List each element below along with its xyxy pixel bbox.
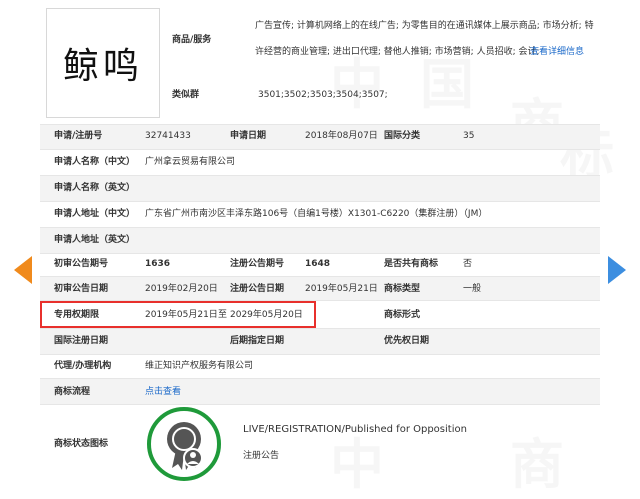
goods-services-text: 广告宣传; 计算机网络上的在线广告; 为零售目的在通讯媒体上展示商品; 市场分析… [255, 20, 594, 32]
app-date-label: 申请日期 [230, 130, 266, 142]
applicant-cn-value: 广州拿云贸易有限公司 [145, 156, 235, 168]
process-view-link[interactable]: 点击查看 [145, 386, 181, 398]
trademark-image: 鲸鸣 [46, 8, 160, 118]
address-cn-value: 广东省广州市南沙区丰泽东路106号（自编1号楼）X1301-C6220（集群注册… [145, 208, 487, 220]
priority-date-label: 优先权日期 [384, 335, 429, 347]
arrow-right-icon[interactable] [608, 256, 626, 284]
address-cn-label: 申请人地址（中文） [54, 208, 135, 220]
registered-seal-icon [146, 406, 222, 482]
status-text-cn: 注册公告 [243, 450, 279, 462]
address-en-label: 申请人地址（英文） [54, 234, 135, 246]
process-label: 商标流程 [54, 386, 90, 398]
intl-class-value: 35 [463, 130, 474, 142]
reg-pub-no-value: 1648 [305, 258, 330, 270]
applicant-cn-label: 申请人名称（中文） [54, 156, 135, 168]
trademark-name: 鲸鸣 [63, 37, 143, 89]
app-date-value: 2018年08月07日 [305, 130, 378, 142]
arrow-left-icon[interactable] [14, 256, 32, 284]
prelim-date-label: 初审公告日期 [54, 283, 108, 295]
exclusive-period-highlight [40, 301, 316, 328]
similar-group-label: 类似群 [172, 89, 199, 101]
agent-label: 代理/办理机构 [54, 360, 111, 372]
similar-group-value: 3501;3502;3503;3504;3507; [258, 89, 388, 101]
agent-value: 维正知识产权服务有限公司 [145, 360, 253, 372]
prelim-date-value: 2019年02月20日 [145, 283, 218, 295]
reg-pub-date-value: 2019年05月21日 [305, 283, 378, 295]
status-label: 商标状态图标 [54, 438, 108, 450]
reg-no-value: 32741433 [145, 130, 191, 142]
prelim-no-label: 初审公告期号 [54, 258, 108, 270]
mark-form-label: 商标形式 [384, 309, 420, 321]
prelim-no-value: 1636 [145, 258, 170, 270]
reg-pub-date-label: 注册公告日期 [230, 283, 284, 295]
applicant-en-label: 申请人名称（英文） [54, 182, 135, 194]
mark-type-label: 商标类型 [384, 283, 420, 295]
goods-services-label: 商品/服务 [172, 34, 211, 46]
reg-no-label: 申请/注册号 [54, 130, 102, 142]
watermark-char: 商 [510, 420, 564, 499]
intl-reg-date-label: 国际注册日期 [54, 335, 108, 347]
shared-label: 是否共有商标 [384, 258, 438, 270]
goods-services-text: 许经营的商业管理; 进出口代理; 替他人推销; 市场营销; 人员招收; 会计; [255, 46, 540, 58]
view-details-link[interactable]: 查看详细信息 [530, 46, 584, 58]
status-text: LIVE/REGISTRATION/Published for Oppositi… [243, 424, 467, 436]
reg-pub-no-label: 注册公告期号 [230, 258, 284, 270]
intl-class-label: 国际分类 [384, 130, 420, 142]
later-date-label: 后期指定日期 [230, 335, 284, 347]
shared-value: 否 [463, 258, 472, 270]
mark-type-value: 一般 [463, 283, 481, 295]
